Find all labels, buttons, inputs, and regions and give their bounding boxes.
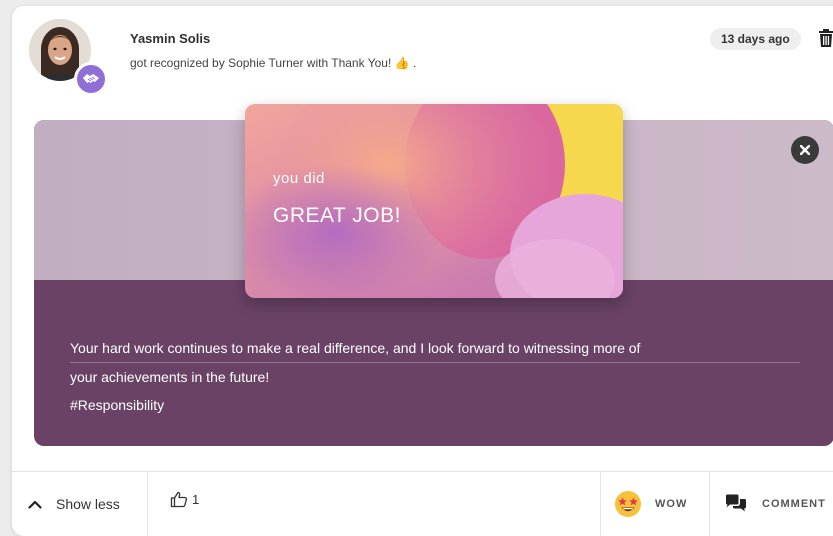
activity-text: got recognized by Sophie Turner with Tha… (130, 56, 416, 70)
card-text-large: GREAT JOB! (273, 204, 401, 227)
thumbs-up-icon (170, 491, 188, 508)
message-line: Your hard work continues to make a real … (70, 334, 800, 363)
like-button[interactable]: 1 (170, 491, 199, 508)
comment-bubbles-icon (726, 494, 746, 512)
wow-label: WOW (655, 498, 688, 510)
close-icon[interactable] (791, 136, 819, 164)
show-less-label: Show less (56, 496, 120, 512)
recognition-post-card: Yasmin Solis got recognized by Sophie Tu… (12, 6, 833, 536)
message-hashtag[interactable]: #Responsibility (70, 391, 800, 419)
chevron-up-icon (28, 500, 42, 509)
great-job-card-image: you did GREAT JOB! (245, 104, 623, 298)
handshake-icon (74, 62, 108, 96)
activity-description: got recognized by Sophie Turner with Tha… (130, 56, 392, 70)
star-struck-emoji-icon (615, 491, 641, 517)
thumbs-up-emoji-icon: 👍 (394, 56, 410, 70)
trash-icon[interactable] (818, 29, 833, 47)
card-art-background (245, 104, 623, 298)
card-text-small: you did (273, 170, 325, 187)
activity-suffix: . (412, 56, 417, 70)
show-less-button[interactable]: Show less (12, 472, 148, 536)
comment-button[interactable]: COMMENT (724, 472, 826, 536)
wow-reaction-button[interactable]: WOW (600, 472, 710, 536)
time-ago-badge: 13 days ago (710, 28, 801, 50)
user-name[interactable]: Yasmin Solis (130, 31, 210, 46)
comment-label: COMMENT (762, 498, 826, 510)
recognition-message: Your hard work continues to make a real … (70, 334, 800, 419)
like-count: 1 (192, 492, 200, 507)
message-line: your achievements in the future! (70, 369, 270, 385)
avatar-group (29, 19, 109, 96)
